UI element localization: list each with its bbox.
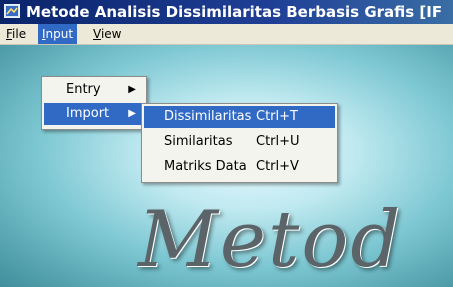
logo-text: Metod [138,195,403,285]
menu-item-matriks-data[interactable]: Matriks Data Ctrl+V [144,156,335,178]
menu-input[interactable]: Input [38,24,78,44]
import-dropdown: Dissimilaritas Ctrl+T Similaritas Ctrl+U… [141,103,338,183]
menu-item-import-label: Import [66,106,110,121]
submenu-arrow-icon: ▶ [128,108,136,119]
menu-view[interactable]: View [89,24,125,44]
menu-item-dissimilaritas-label: Dissimilaritas [164,109,252,124]
menu-file-label: ile [12,27,27,41]
menu-item-similaritas[interactable]: Similaritas Ctrl+U [144,131,335,153]
menu-input-label: nput [45,27,74,41]
menu-view-label: iew [100,27,122,41]
submenu-arrow-icon: ▶ [128,84,136,95]
menu-view-mnemonic: V [93,27,101,41]
menu-item-import[interactable]: Import ▶ [44,103,144,125]
menu-item-entry-label: Entry [66,82,101,97]
input-dropdown: Entry ▶ Import ▶ [41,76,147,130]
app-icon [4,4,20,18]
menu-bar: File Input View [0,24,453,45]
menu-file[interactable]: File [2,24,30,44]
menu-item-matriks-data-shortcut: Ctrl+V [256,159,299,174]
menu-item-dissimilaritas-shortcut: Ctrl+T [256,109,298,124]
title-bar: Metode Analisis Dissimilaritas Berbasis … [0,0,453,24]
menu-item-dissimilaritas[interactable]: Dissimilaritas Ctrl+T [144,106,335,128]
menu-item-similaritas-shortcut: Ctrl+U [256,134,300,149]
menu-item-matriks-data-label: Matriks Data [164,159,247,174]
menu-item-similaritas-label: Similaritas [164,134,233,149]
window-title: Metode Analisis Dissimilaritas Berbasis … [26,3,443,21]
menu-item-entry[interactable]: Entry ▶ [44,79,144,101]
